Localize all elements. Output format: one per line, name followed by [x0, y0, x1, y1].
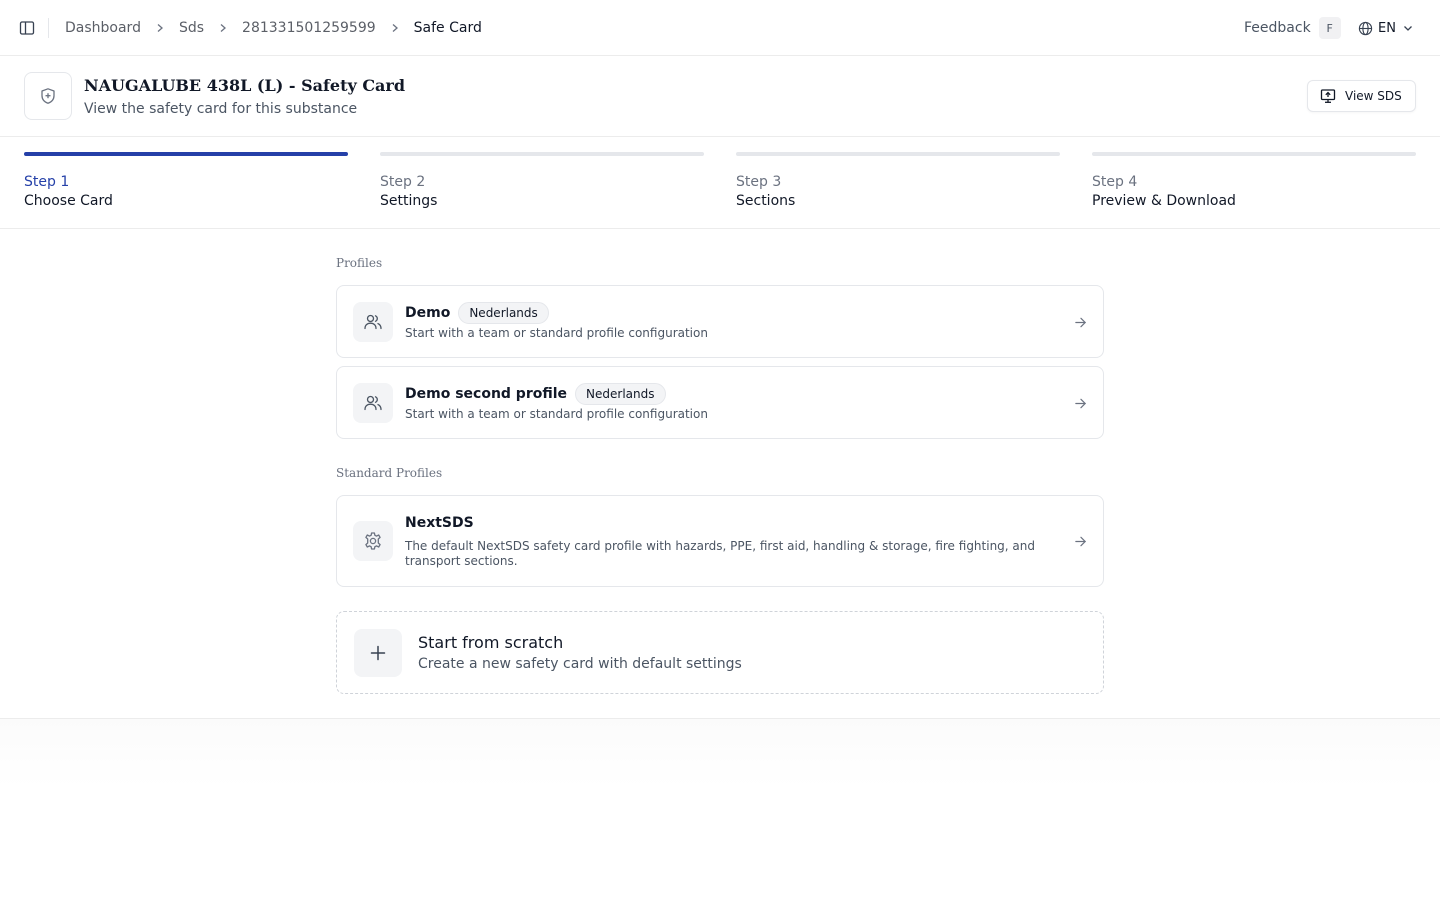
profile-card-demo-second[interactable]: Demo second profile Nederlands Start wit… — [336, 366, 1104, 439]
profile-title-row: Demo second profile Nederlands — [405, 383, 666, 405]
step-name: Sections — [736, 193, 796, 209]
arrow-right-icon — [1073, 315, 1087, 329]
start-from-scratch-button[interactable]: Start from scratch Create a new safety c… — [336, 611, 1104, 694]
breadcrumb: Dashboard Sds 281331501259599 Safe Card — [65, 0, 482, 56]
plus-icon — [354, 629, 402, 677]
profile-title-row: Demo Nederlands — [405, 302, 549, 324]
divider — [48, 18, 49, 38]
feedback-button[interactable]: Feedback F — [1244, 17, 1341, 39]
profile-title: Demo second profile — [405, 386, 568, 402]
language-badge: Nederlands — [458, 302, 549, 324]
stepper: Step 1 Choose Card Step 2 Settings Step … — [0, 137, 1440, 229]
step-name: Settings — [380, 193, 438, 209]
profile-card-nextsds[interactable]: NextSDS The default NextSDS safety card … — [336, 495, 1104, 587]
step-number: Step 2 — [380, 174, 426, 190]
view-sds-button[interactable]: View SDS — [1307, 80, 1416, 112]
step-name: Preview & Download — [1092, 193, 1236, 209]
profile-title: Demo — [405, 305, 451, 321]
language-badge: Nederlands — [575, 383, 666, 405]
profile-description: Start with a team or standard profile co… — [405, 407, 708, 421]
step-number: Step 3 — [736, 174, 782, 190]
profile-card-demo[interactable]: Demo Nederlands Start with a team or sta… — [336, 285, 1104, 358]
language-label: EN — [1378, 20, 1396, 36]
feedback-label: Feedback — [1244, 20, 1311, 36]
breadcrumb-dashboard[interactable]: Dashboard — [65, 20, 141, 36]
step-number: Step 1 — [24, 174, 70, 190]
profiles-section-label: Profiles — [336, 256, 383, 270]
arrow-right-icon — [1073, 396, 1087, 410]
step-progress-bar — [24, 152, 348, 156]
profile-description: Start with a team or standard profile co… — [405, 326, 708, 340]
breadcrumb-sds[interactable]: Sds — [179, 20, 204, 36]
view-sds-label: View SDS — [1345, 89, 1402, 103]
page-header: NAUGALUBE 438L (L) - Safety Card View th… — [0, 56, 1440, 137]
step-choose-card[interactable]: Step 1 Choose Card — [24, 152, 348, 209]
users-icon — [353, 383, 393, 423]
scratch-title: Start from scratch — [418, 633, 564, 652]
step-preview-download[interactable]: Step 4 Preview & Download — [1092, 152, 1416, 209]
step-name: Choose Card — [24, 193, 113, 209]
scratch-description: Create a new safety card with default se… — [418, 656, 742, 672]
chevron-down-icon — [1403, 23, 1413, 33]
page-subtitle: View the safety card for this substance — [84, 101, 358, 117]
standard-profiles-section-label: Standard Profiles — [336, 466, 443, 480]
arrow-right-icon — [1073, 534, 1087, 548]
step-progress-bar — [1092, 152, 1416, 156]
page-title: NAUGALUBE 438L (L) - Safety Card — [84, 76, 406, 95]
step-progress-bar — [736, 152, 1060, 156]
chevron-right-icon — [153, 21, 167, 35]
sidebar-toggle-icon[interactable] — [16, 17, 38, 39]
users-icon — [353, 302, 393, 342]
step-sections[interactable]: Step 3 Sections — [736, 152, 1060, 209]
gear-icon — [353, 521, 393, 561]
top-bar: Dashboard Sds 281331501259599 Safe Card … — [0, 0, 1440, 56]
shield-icon — [24, 72, 72, 120]
keyboard-shortcut-badge: F — [1318, 17, 1341, 39]
language-selector[interactable]: EN — [1358, 17, 1413, 39]
footer-area — [0, 718, 1440, 788]
profile-title-row: NextSDS — [405, 515, 474, 531]
breadcrumb-sds-id[interactable]: 281331501259599 — [242, 20, 376, 36]
step-progress-bar — [380, 152, 704, 156]
step-number: Step 4 — [1092, 174, 1138, 190]
chevron-right-icon — [388, 21, 402, 35]
profile-description: The default NextSDS safety card profile … — [405, 539, 1036, 568]
breadcrumb-current: Safe Card — [413, 20, 482, 36]
step-settings[interactable]: Step 2 Settings — [380, 152, 704, 209]
chevron-right-icon — [216, 21, 230, 35]
globe-icon — [1358, 21, 1373, 36]
profile-title: NextSDS — [405, 515, 474, 531]
monitor-upload-icon — [1320, 88, 1336, 104]
